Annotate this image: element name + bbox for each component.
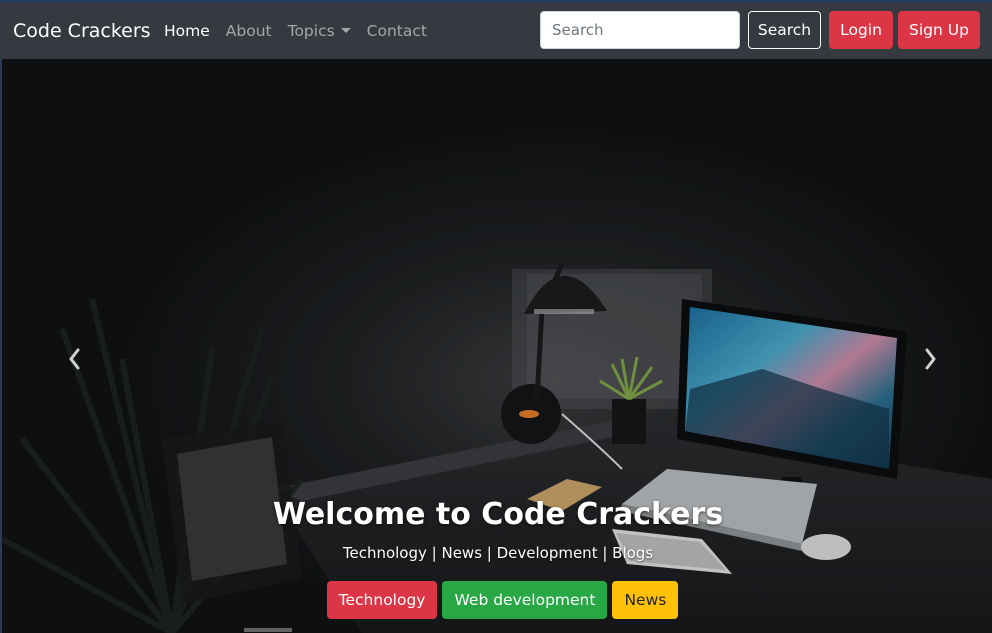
navbar: Code Crackers Home About Topics Contact … <box>0 2 992 59</box>
brand-logo[interactable]: Code Crackers <box>13 20 151 42</box>
nav-link-topics-label: Topics <box>287 22 335 40</box>
nav-links: Home About Topics Contact <box>164 22 443 40</box>
caret-down-icon <box>340 28 351 33</box>
login-button[interactable]: Login <box>829 11 893 49</box>
page: Code Crackers Home About Topics Contact … <box>0 0 992 633</box>
carousel-prev-button[interactable] <box>65 344 85 374</box>
search-input[interactable] <box>540 11 740 49</box>
nav-link-about[interactable]: About <box>226 22 272 40</box>
nav-link-contact[interactable]: Contact <box>367 22 427 40</box>
chevron-left-icon <box>69 348 80 370</box>
tag-web-development-button[interactable]: Web development <box>442 581 608 619</box>
signup-button[interactable]: Sign Up <box>898 11 980 49</box>
hero-tag-buttons: Technology Web development News <box>2 581 992 619</box>
nav-link-home[interactable]: Home <box>164 22 210 40</box>
tag-technology-button[interactable]: Technology <box>326 581 438 619</box>
carousel-indicator[interactable] <box>244 628 292 632</box>
carousel-next-button[interactable] <box>920 344 940 374</box>
search-button[interactable]: Search <box>748 11 821 49</box>
tag-news-button[interactable]: News <box>612 581 679 619</box>
hero-carousel: Welcome to Code Crackers Technology | Ne… <box>0 59 992 633</box>
chevron-right-icon <box>925 348 936 370</box>
nav-link-topics[interactable]: Topics <box>288 22 351 40</box>
hero-subtitle: Technology | News | Development | Blogs <box>342 544 654 562</box>
hero-title: Welcome to Code Crackers <box>272 497 724 532</box>
